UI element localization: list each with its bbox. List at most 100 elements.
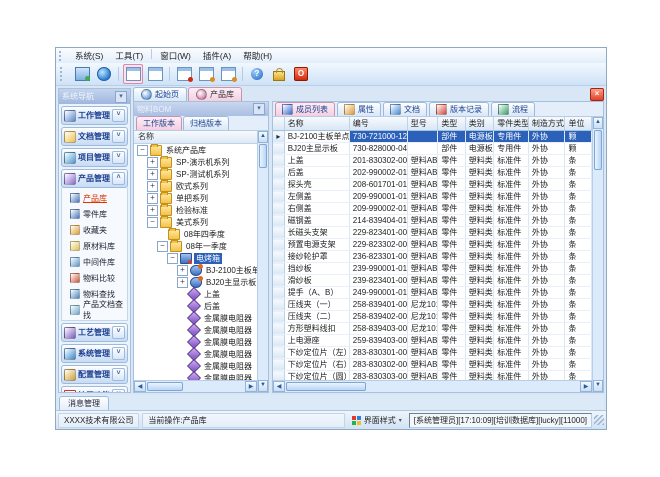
globe-button[interactable] bbox=[94, 64, 114, 84]
table-row[interactable]: 滑纱板239-823401-00X塑料ABS零件塑料类标准件外协条 bbox=[273, 275, 592, 287]
table-row[interactable]: 探头壳208-601701-01X塑料ABS零件塑料类标准件外协条 bbox=[273, 179, 592, 191]
version-tab-归档版本[interactable]: 归档版本 bbox=[183, 116, 229, 130]
expand-icon[interactable]: + bbox=[177, 265, 188, 276]
sidebar-item[interactable]: 原材料库 bbox=[62, 238, 127, 254]
tab-文档[interactable]: 文档 bbox=[383, 102, 427, 116]
table-row[interactable]: 上盖201-830302-00X塑料ABS零件塑料类标准件外协条 bbox=[273, 155, 592, 167]
tree-node[interactable]: 金属膜电阻器 bbox=[134, 312, 257, 324]
tree-node[interactable]: +SP-测试机系列 bbox=[134, 168, 257, 180]
table-row[interactable]: 方形塑料线扣258-839403-00X尼龙1010零件塑料类标准件外协条 bbox=[273, 323, 592, 335]
tree-node[interactable]: −电烤箱 bbox=[134, 252, 257, 264]
table-vscroll-thumb[interactable] bbox=[594, 130, 602, 170]
scroll-left-icon[interactable]: ◀ bbox=[134, 381, 146, 392]
table-vertical-scrollbar[interactable]: ▲ ▼ bbox=[592, 117, 603, 392]
sidebar-group-8[interactable]: SP扩展功能˅ bbox=[61, 386, 128, 393]
expand-icon[interactable]: + bbox=[147, 169, 158, 180]
tree-vertical-scrollbar[interactable]: ▲ ▼ bbox=[257, 131, 268, 392]
table-row[interactable]: 后盖202-990002-01X塑料ABS零件塑料类标准件外协条 bbox=[273, 167, 592, 179]
doc-tab-起始页[interactable]: 起始页 bbox=[133, 87, 187, 101]
ui-style-button[interactable]: 界面样式 ▾ bbox=[348, 414, 406, 427]
expand-icon[interactable]: + bbox=[177, 277, 188, 288]
menu-item[interactable]: 工具(T) bbox=[109, 49, 149, 63]
tree-node[interactable]: +BJ-2100主板单点 bbox=[134, 264, 257, 276]
tab-属性[interactable]: 属性 bbox=[337, 102, 381, 116]
table-row[interactable]: 磁钢盖214-839404-01X塑料ABS零件塑料类标准件外协条 bbox=[273, 215, 592, 227]
tree-node[interactable]: 金属膜电阻器 bbox=[134, 336, 257, 348]
tab-版本记录[interactable]: 版本记录 bbox=[429, 102, 489, 116]
tab-成员列表[interactable]: 成员列表 bbox=[275, 102, 335, 116]
scroll-left-icon[interactable]: ◀ bbox=[273, 381, 285, 392]
toolbar-grip[interactable] bbox=[60, 67, 67, 81]
table-row[interactable]: 压线夹（二）258-839402-00X尼龙1010零件塑料类标准件外协条 bbox=[273, 311, 592, 323]
sidebar-pin-icon[interactable]: ▾ bbox=[115, 91, 127, 103]
column-header-名称[interactable]: 名称 bbox=[284, 117, 349, 131]
tree-node[interactable]: 上盖 bbox=[134, 288, 257, 300]
table-row[interactable]: 长磁头支架229-823401-00X塑料ABS零件塑料类标准件外协条 bbox=[273, 227, 592, 239]
table-row[interactable]: 接纱轮护罩236-823301-00X塑料ABS零件塑料类标准件外协条 bbox=[273, 251, 592, 263]
folder-window-button[interactable] bbox=[123, 64, 143, 84]
table-row[interactable]: 下纱定位片（右）283-830302-00X塑料ABS零件塑料类标准件外协条 bbox=[273, 359, 592, 371]
tree-node[interactable]: 金属膜电阻器 bbox=[134, 360, 257, 372]
expand-icon[interactable]: + bbox=[147, 205, 158, 216]
tree-horizontal-scrollbar[interactable]: ◀ ▶ bbox=[134, 380, 257, 392]
table-row[interactable]: 挡纱板239-990001-01X塑料ABS零件塑料类标准件外协条 bbox=[273, 263, 592, 275]
table-row[interactable]: 左侧盖209-990001-01X塑料ABS零件塑料类标准件外协条 bbox=[273, 191, 592, 203]
column-header-类别[interactable]: 类别 bbox=[465, 117, 493, 131]
doc-tab-产品库[interactable]: 产品库 bbox=[188, 87, 242, 101]
chevron-down-icon[interactable]: ˅ bbox=[112, 130, 125, 143]
tree-node[interactable]: −系统产品库 bbox=[134, 144, 257, 156]
table-row[interactable]: 下纱定位片（左）283-830301-00X塑料ABS零件塑料类标准件外协条 bbox=[273, 347, 592, 359]
column-header-单位[interactable]: 单位 bbox=[565, 117, 592, 131]
bom-pin-icon[interactable]: ▾ bbox=[253, 103, 265, 115]
table-row[interactable]: 压线夹（一）258-839401-00X尼龙1010零件塑料类标准件外协条 bbox=[273, 299, 592, 311]
table-hscroll-thumb[interactable] bbox=[286, 382, 366, 391]
sidebar-item[interactable]: 收藏夹 bbox=[62, 222, 127, 238]
column-header-类型[interactable]: 类型 bbox=[438, 117, 465, 131]
collapse-icon[interactable]: − bbox=[147, 217, 158, 228]
collapse-icon[interactable]: − bbox=[167, 253, 178, 264]
tab-message-manager[interactable]: 消息管理 bbox=[59, 396, 109, 410]
collapse-icon[interactable]: − bbox=[137, 145, 148, 156]
chevron-down-icon[interactable]: ˅ bbox=[112, 347, 125, 360]
menu-item[interactable]: 帮助(H) bbox=[237, 49, 278, 63]
column-header-型号[interactable]: 型号 bbox=[407, 117, 438, 131]
table-row[interactable]: 提手（A、B）249-990001-01X塑料ABS零件塑料类标准件外协条 bbox=[273, 287, 592, 299]
tree-vscroll-thumb[interactable] bbox=[259, 144, 267, 168]
chevron-down-icon[interactable]: ˅ bbox=[112, 368, 125, 381]
expand-icon[interactable]: + bbox=[147, 157, 158, 168]
sidebar-group-1[interactable]: 工作管理˅ bbox=[61, 106, 128, 125]
table-row[interactable]: 下纱定位片（圆）283-830303-00X塑料ABS零件塑料类标准件外协条 bbox=[273, 371, 592, 381]
sidebar-item[interactable]: 中间件库 bbox=[62, 254, 127, 270]
sidebar-item[interactable]: 产品库 bbox=[62, 190, 127, 206]
menu-item[interactable]: 系统(S) bbox=[69, 49, 109, 63]
sidebar-group-4[interactable]: 产品管理˄ bbox=[61, 169, 128, 188]
scroll-right-icon[interactable]: ▶ bbox=[245, 381, 257, 392]
lock-button[interactable] bbox=[269, 64, 289, 84]
scroll-down-icon[interactable]: ▼ bbox=[593, 380, 603, 392]
tree-node[interactable]: +检验标准 bbox=[134, 204, 257, 216]
tree-hscroll-thumb[interactable] bbox=[147, 382, 183, 391]
chevron-down-icon[interactable]: ˅ bbox=[112, 389, 125, 393]
close-tab-icon[interactable]: × bbox=[590, 88, 604, 101]
chevron-down-icon[interactable]: ˅ bbox=[112, 109, 125, 122]
sidebar-item[interactable]: 物料比较 bbox=[62, 270, 127, 286]
chevron-down-icon[interactable]: ˅ bbox=[112, 326, 125, 339]
expand-icon[interactable]: + bbox=[147, 193, 158, 204]
sidebar-group-2[interactable]: 文档管理˅ bbox=[61, 127, 128, 146]
help-button[interactable]: ? bbox=[247, 64, 267, 84]
window-red-badge-button[interactable] bbox=[174, 64, 194, 84]
window-orange-badge-button-2[interactable] bbox=[218, 64, 238, 84]
version-tab-工作版本[interactable]: 工作版本 bbox=[136, 116, 182, 130]
scroll-down-icon[interactable]: ▼ bbox=[258, 380, 268, 392]
tree-node[interactable]: 08年四季度 bbox=[134, 228, 257, 240]
sidebar-item[interactable]: 产品文档查找 bbox=[62, 302, 127, 318]
table-row[interactable]: BJ20主显示板730-828000-04X部件电源板专用件外协颗 bbox=[273, 143, 592, 155]
chevron-up-icon[interactable]: ˄ bbox=[112, 172, 125, 185]
sidebar-group-6[interactable]: 系统管理˅ bbox=[61, 344, 128, 363]
scroll-right-icon[interactable]: ▶ bbox=[580, 381, 592, 392]
tree-column-header[interactable]: 名称 bbox=[134, 131, 257, 144]
tree-node[interactable]: +BJ20主显示板 bbox=[134, 276, 257, 288]
expand-icon[interactable]: + bbox=[147, 181, 158, 192]
sidebar-group-7[interactable]: 配置管理˅ bbox=[61, 365, 128, 384]
chevron-down-icon[interactable]: ˅ bbox=[112, 151, 125, 164]
